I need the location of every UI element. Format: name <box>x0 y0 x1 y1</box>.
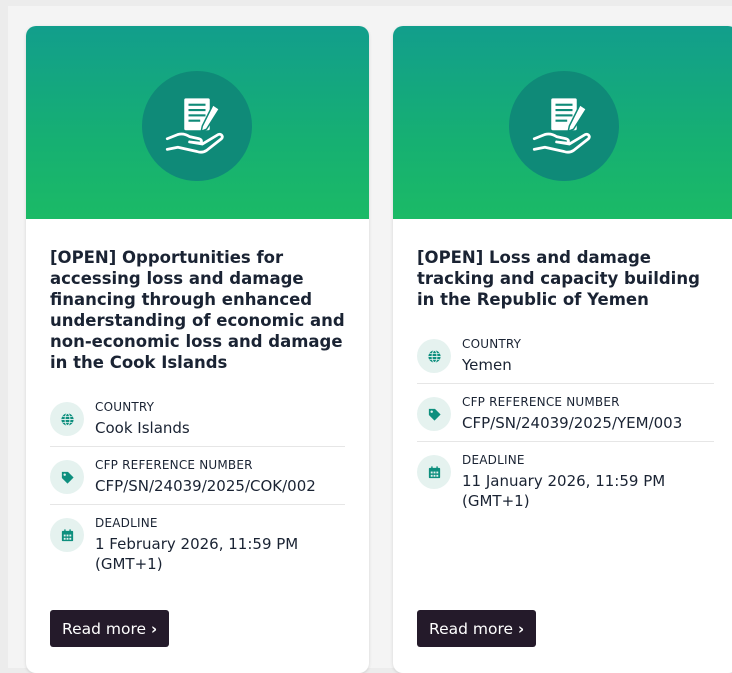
deadline-value: 1 February 2026, 11:59 PM (GMT+1) <box>95 535 299 573</box>
country-row: COUNTRY Cook Islands <box>50 389 345 447</box>
card-meta: COUNTRY Cook Islands CFP REFERENCE NUMBE… <box>50 389 345 582</box>
deadline-label: DEADLINE <box>462 453 525 467</box>
read-more-label: Read more <box>62 619 147 638</box>
banner-icon-circle <box>509 71 619 181</box>
deadline-row: DEADLINE 1 February 2026, 11:59 PM (GMT+… <box>50 505 345 582</box>
country-label: COUNTRY <box>462 337 522 351</box>
country-label: COUNTRY <box>95 400 155 414</box>
call-for-proposal-card: [OPEN] Opportunities for accessing loss … <box>26 26 369 673</box>
reference-label: CFP REFERENCE NUMBER <box>95 458 253 472</box>
reference-label: CFP REFERENCE NUMBER <box>462 395 620 409</box>
read-more-label: Read more <box>429 619 514 638</box>
reference-value: CFP/SN/24039/2025/YEM/003 <box>462 414 683 432</box>
read-more-button[interactable]: Read more › <box>417 610 537 647</box>
reference-row: CFP REFERENCE NUMBER CFP/SN/24039/2025/Y… <box>417 384 714 442</box>
card-title: [OPEN] Opportunities for accessing loss … <box>50 248 345 372</box>
card-banner <box>393 26 732 219</box>
country-value: Cook Islands <box>95 419 190 437</box>
call-for-proposal-card: [OPEN] Loss and damage tracking and capa… <box>393 26 732 673</box>
calendar-icon <box>61 528 73 541</box>
reference-row: CFP REFERENCE NUMBER CFP/SN/24039/2025/C… <box>50 447 345 505</box>
chevron-right-icon: › <box>151 619 158 638</box>
card-banner <box>26 26 369 219</box>
card-meta: COUNTRY Yemen CFP REFERENCE NUMBER CFP/S… <box>417 326 714 519</box>
document-hand-pen-icon <box>165 98 224 154</box>
reference-value: CFP/SN/24039/2025/COK/002 <box>95 477 316 495</box>
country-value: Yemen <box>462 356 512 374</box>
tag-icon <box>61 471 74 484</box>
card-title: [OPEN] Loss and damage tracking and capa… <box>417 248 700 309</box>
banner-icon-circle <box>142 71 252 181</box>
deadline-value: 11 January 2026, 11:59 PM (GMT+1) <box>462 472 666 510</box>
deadline-label: DEADLINE <box>95 516 158 530</box>
calendar-icon <box>428 465 440 478</box>
chevron-right-icon: › <box>518 619 525 638</box>
country-row: COUNTRY Yemen <box>417 326 714 384</box>
document-hand-pen-icon <box>532 98 591 154</box>
globe-icon <box>427 349 441 363</box>
tag-icon <box>428 408 441 421</box>
read-more-button[interactable]: Read more › <box>50 610 170 647</box>
globe-icon <box>60 412 74 426</box>
deadline-row: DEADLINE 11 January 2026, 11:59 PM (GMT+… <box>417 442 714 519</box>
